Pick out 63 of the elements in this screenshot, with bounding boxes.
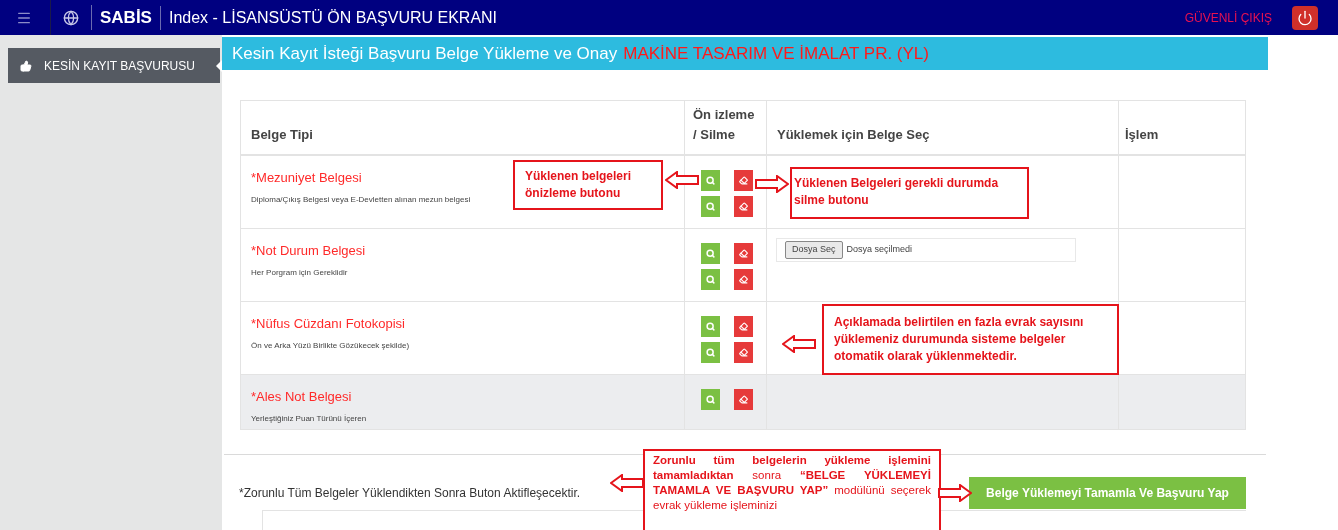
search-icon: [706, 348, 715, 357]
column-header: Yüklemek için Belge Seç: [766, 101, 1118, 154]
callout-arrow: [782, 335, 816, 353]
preview-button[interactable]: [701, 316, 720, 337]
preview-button[interactable]: [701, 342, 720, 363]
delete-button[interactable]: [734, 196, 753, 217]
app-logo[interactable]: SABİS: [91, 4, 152, 31]
preview-button[interactable]: [701, 243, 720, 264]
document-name: *Mezuniyet Belgesi: [251, 169, 362, 187]
choose-file-button[interactable]: Dosya Seç: [785, 241, 843, 259]
annotation-callout: Zorunlu tüm belgelerin yükleme işlemini tamamladıktan sonra “BELGE YÜKLEMEYİ TAMAMLA VE BAŞVURU YAP” modülünü seçerek evrak yükleme işleminizi: [643, 449, 941, 530]
eraser-icon: [739, 348, 748, 357]
thumbs-up-icon: [20, 59, 32, 72]
search-icon: [706, 202, 715, 211]
page-title: Index - LİSANSÜSTÜ ÖN BAŞVURU EKRANI: [159, 5, 498, 30]
document-name: *Nüfus Cüzdanı Fotokopisi: [251, 315, 405, 333]
footer-note: *Zorunlu Tüm Belgeler Yüklendikten Sonra Buton Aktifleşecektir.: [239, 485, 581, 502]
eraser-icon: [739, 395, 748, 404]
preview-button[interactable]: [701, 269, 720, 290]
delete-button[interactable]: [734, 243, 753, 264]
preview-button[interactable]: [701, 389, 720, 410]
file-input[interactable]: Dosya Seç Dosya seçilmedi: [776, 238, 1076, 262]
search-icon: [706, 176, 715, 185]
eraser-icon: [739, 249, 748, 258]
annotation-callout: Yüklenen belgeleri önizleme butonu: [513, 160, 663, 210]
document-name: *Not Durum Belgesi: [251, 242, 366, 260]
eraser-icon: [739, 202, 748, 211]
logout-link[interactable]: GÜVENLİ ÇIKIŞ: [1184, 8, 1272, 27]
column-header: Belge Tipi: [250, 125, 314, 144]
delete-button[interactable]: [734, 389, 753, 410]
delete-button[interactable]: [734, 342, 753, 363]
search-icon: [706, 275, 715, 284]
callout-arrow: [755, 175, 789, 193]
document-description: Yerleştiğiniz Puan Türünü İçeren: [251, 412, 367, 425]
eraser-icon: [739, 275, 748, 284]
column-header: Ön izleme / Silme: [684, 101, 766, 154]
callout-arrow: [938, 484, 972, 502]
eraser-icon: [739, 176, 748, 185]
globe-icon: [63, 9, 79, 26]
eraser-icon: [739, 322, 748, 331]
document-name: *Ales Not Belgesi: [251, 388, 352, 406]
program-name: MAKİNE TASARIM VE İMALAT PR. (YL): [623, 42, 929, 65]
delete-button[interactable]: [734, 170, 753, 191]
annotation-callout: Yüklenen Belgeleri gerekli durumda silme butonu: [790, 167, 1029, 219]
callout-arrow: [610, 474, 644, 492]
document-description: Her Porgram için Gereklidir: [251, 266, 348, 279]
search-icon: [706, 395, 715, 404]
delete-button[interactable]: [734, 316, 753, 337]
column-header: İşlem: [1118, 101, 1245, 154]
callout-arrow: [665, 171, 699, 189]
header-title: Kesin Kayıt İsteği Başvuru Belge Yükleme ve Onay: [232, 42, 618, 65]
document-description: Ön ve Arka Yüzü Birlikte Gözükecek şekilde): [251, 339, 410, 352]
power-button[interactable]: [1292, 5, 1318, 30]
search-icon: [706, 322, 715, 331]
preview-button[interactable]: [701, 170, 720, 191]
delete-button[interactable]: [734, 269, 753, 290]
power-icon: [1297, 9, 1313, 26]
file-status: Dosya seçilmedi: [846, 243, 913, 257]
document-description: Diploma/Çıkış Belgesi veya E-Devletten alınan mezun belgesi: [251, 193, 471, 206]
annotation-callout: Açıklamada belirtilen en fazla evrak sayısını yüklemeniz durumunda sisteme belgeler otomatik olarak yüklenmektedir.: [822, 304, 1119, 375]
preview-button[interactable]: [701, 196, 720, 217]
sidebar-item[interactable]: KESİN KAYIT BAŞVURUSU: [8, 48, 220, 83]
search-icon: [706, 249, 715, 258]
